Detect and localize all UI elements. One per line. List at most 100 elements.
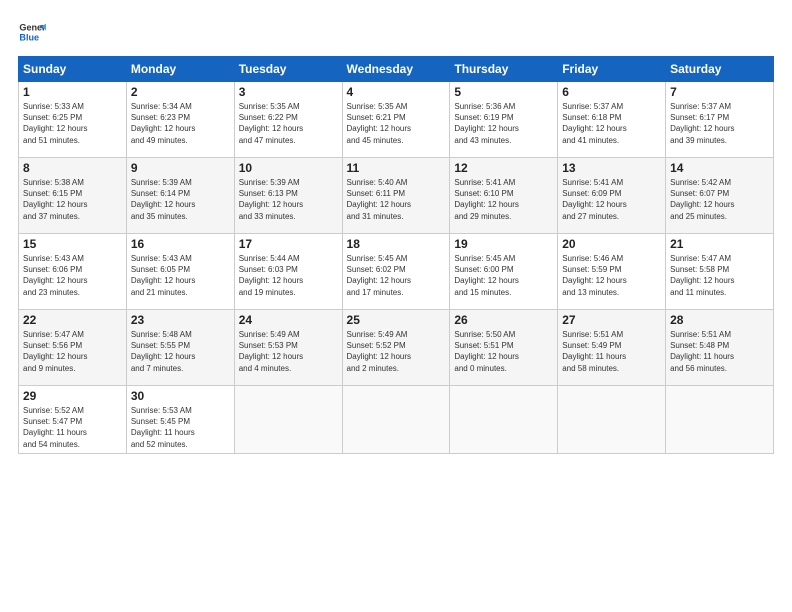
calendar-day-23: 23 Sunrise: 5:48 AMSunset: 5:55 PMDayligh…	[126, 310, 234, 386]
calendar-day-26: 26 Sunrise: 5:50 AMSunset: 5:51 PMDayligh…	[450, 310, 558, 386]
day-number: 28	[670, 313, 769, 327]
calendar-day-27: 27 Sunrise: 5:51 AMSunset: 5:49 PMDayligh…	[558, 310, 666, 386]
empty-day	[666, 386, 774, 454]
logo-icon: General Blue	[18, 18, 46, 46]
day-info: Sunrise: 5:40 AMSunset: 6:11 PMDaylight:…	[347, 177, 446, 222]
day-info: Sunrise: 5:53 AMSunset: 5:45 PMDaylight:…	[131, 405, 230, 450]
day-number: 27	[562, 313, 661, 327]
calendar-day-5: 5 Sunrise: 5:36 AMSunset: 6:19 PMDaylight…	[450, 82, 558, 158]
calendar-day-28: 28 Sunrise: 5:51 AMSunset: 5:48 PMDayligh…	[666, 310, 774, 386]
day-number: 2	[131, 85, 230, 99]
day-info: Sunrise: 5:46 AMSunset: 5:59 PMDaylight:…	[562, 253, 661, 298]
svg-text:Blue: Blue	[19, 32, 39, 42]
day-info: Sunrise: 5:34 AMSunset: 6:23 PMDaylight:…	[131, 101, 230, 146]
day-info: Sunrise: 5:39 AMSunset: 6:14 PMDaylight:…	[131, 177, 230, 222]
day-number: 9	[131, 161, 230, 175]
day-number: 11	[347, 161, 446, 175]
calendar-day-25: 25 Sunrise: 5:49 AMSunset: 5:52 PMDayligh…	[342, 310, 450, 386]
day-number: 25	[347, 313, 446, 327]
day-number: 1	[23, 85, 122, 99]
day-number: 10	[239, 161, 338, 175]
day-number: 21	[670, 237, 769, 251]
day-info: Sunrise: 5:41 AMSunset: 6:10 PMDaylight:…	[454, 177, 553, 222]
calendar-day-16: 16 Sunrise: 5:43 AMSunset: 6:05 PMDayligh…	[126, 234, 234, 310]
calendar-day-22: 22Sunrise: 5:47 AMSunset: 5:56 PMDayligh…	[19, 310, 127, 386]
day-info: Sunrise: 5:36 AMSunset: 6:19 PMDaylight:…	[454, 101, 553, 146]
day-number: 17	[239, 237, 338, 251]
day-info: Sunrise: 5:37 AMSunset: 6:17 PMDaylight:…	[670, 101, 769, 146]
day-info: Sunrise: 5:50 AMSunset: 5:51 PMDaylight:…	[454, 329, 553, 374]
day-info: Sunrise: 5:43 AMSunset: 6:05 PMDaylight:…	[131, 253, 230, 298]
calendar-day-21: 21 Sunrise: 5:47 AMSunset: 5:58 PMDayligh…	[666, 234, 774, 310]
day-info: Sunrise: 5:51 AMSunset: 5:48 PMDaylight:…	[670, 329, 769, 374]
empty-day	[450, 386, 558, 454]
day-number: 19	[454, 237, 553, 251]
day-info: Sunrise: 5:39 AMSunset: 6:13 PMDaylight:…	[239, 177, 338, 222]
day-info: Sunrise: 5:42 AMSunset: 6:07 PMDaylight:…	[670, 177, 769, 222]
day-info: Sunrise: 5:48 AMSunset: 5:55 PMDaylight:…	[131, 329, 230, 374]
day-number: 5	[454, 85, 553, 99]
calendar-day-6: 6 Sunrise: 5:37 AMSunset: 6:18 PMDaylight…	[558, 82, 666, 158]
day-number: 23	[131, 313, 230, 327]
day-info: Sunrise: 5:33 AMSunset: 6:25 PMDaylight:…	[23, 101, 122, 146]
day-number: 18	[347, 237, 446, 251]
col-header-friday: Friday	[558, 57, 666, 82]
day-number: 26	[454, 313, 553, 327]
col-header-monday: Monday	[126, 57, 234, 82]
col-header-thursday: Thursday	[450, 57, 558, 82]
day-number: 6	[562, 85, 661, 99]
calendar-day-11: 11 Sunrise: 5:40 AMSunset: 6:11 PMDayligh…	[342, 158, 450, 234]
day-number: 16	[131, 237, 230, 251]
day-number: 29	[23, 389, 122, 403]
calendar-day-9: 9 Sunrise: 5:39 AMSunset: 6:14 PMDaylight…	[126, 158, 234, 234]
calendar-day-17: 17Sunrise: 5:44 AMSunset: 6:03 PMDayligh…	[234, 234, 342, 310]
day-info: Sunrise: 5:38 AMSunset: 6:15 PMDaylight:…	[23, 177, 122, 222]
col-header-sunday: Sunday	[19, 57, 127, 82]
day-info: Sunrise: 5:35 AMSunset: 6:22 PMDaylight:…	[239, 101, 338, 146]
calendar-day-29: 29Sunrise: 5:52 AMSunset: 5:47 PMDayligh…	[19, 386, 127, 454]
calendar-day-7: 7 Sunrise: 5:37 AMSunset: 6:17 PMDaylight…	[666, 82, 774, 158]
day-number: 14	[670, 161, 769, 175]
calendar-day-19: 19 Sunrise: 5:45 AMSunset: 6:00 PMDayligh…	[450, 234, 558, 310]
day-info: Sunrise: 5:41 AMSunset: 6:09 PMDaylight:…	[562, 177, 661, 222]
empty-day	[342, 386, 450, 454]
day-number: 22	[23, 313, 122, 327]
day-info: Sunrise: 5:47 AMSunset: 5:58 PMDaylight:…	[670, 253, 769, 298]
day-info: Sunrise: 5:35 AMSunset: 6:21 PMDaylight:…	[347, 101, 446, 146]
calendar-day-24: 24Sunrise: 5:49 AMSunset: 5:53 PMDayligh…	[234, 310, 342, 386]
empty-day	[558, 386, 666, 454]
day-number: 4	[347, 85, 446, 99]
calendar-week-1: 1 Sunrise: 5:33 AMSunset: 6:25 PMDaylight…	[19, 82, 774, 158]
calendar-day-2: 2 Sunrise: 5:34 AMSunset: 6:23 PMDaylight…	[126, 82, 234, 158]
day-info: Sunrise: 5:51 AMSunset: 5:49 PMDaylight:…	[562, 329, 661, 374]
calendar-day-14: 14 Sunrise: 5:42 AMSunset: 6:07 PMDayligh…	[666, 158, 774, 234]
calendar-day-18: 18 Sunrise: 5:45 AMSunset: 6:02 PMDayligh…	[342, 234, 450, 310]
col-header-tuesday: Tuesday	[234, 57, 342, 82]
day-info: Sunrise: 5:45 AMSunset: 6:02 PMDaylight:…	[347, 253, 446, 298]
calendar-day-10: 10 Sunrise: 5:39 AMSunset: 6:13 PMDayligh…	[234, 158, 342, 234]
day-number: 7	[670, 85, 769, 99]
calendar-day-12: 12 Sunrise: 5:41 AMSunset: 6:10 PMDayligh…	[450, 158, 558, 234]
calendar-day-3: 3 Sunrise: 5:35 AMSunset: 6:22 PMDaylight…	[234, 82, 342, 158]
calendar-day-30: 30Sunrise: 5:53 AMSunset: 5:45 PMDayligh…	[126, 386, 234, 454]
page: General Blue SundayMondayTuesdayWednesda…	[0, 0, 792, 612]
day-number: 3	[239, 85, 338, 99]
header-row: SundayMondayTuesdayWednesdayThursdayFrid…	[19, 57, 774, 82]
calendar-table: SundayMondayTuesdayWednesdayThursdayFrid…	[18, 56, 774, 454]
day-info: Sunrise: 5:49 AMSunset: 5:52 PMDaylight:…	[347, 329, 446, 374]
day-number: 15	[23, 237, 122, 251]
col-header-saturday: Saturday	[666, 57, 774, 82]
calendar-day-13: 13Sunrise: 5:41 AMSunset: 6:09 PMDayligh…	[558, 158, 666, 234]
day-info: Sunrise: 5:43 AMSunset: 6:06 PMDaylight:…	[23, 253, 122, 298]
day-info: Sunrise: 5:45 AMSunset: 6:00 PMDaylight:…	[454, 253, 553, 298]
header: General Blue	[18, 18, 774, 46]
logo: General Blue	[18, 18, 46, 46]
calendar-day-4: 4 Sunrise: 5:35 AMSunset: 6:21 PMDaylight…	[342, 82, 450, 158]
calendar-day-15: 15 Sunrise: 5:43 AMSunset: 6:06 PMDayligh…	[19, 234, 127, 310]
day-info: Sunrise: 5:37 AMSunset: 6:18 PMDaylight:…	[562, 101, 661, 146]
calendar-day-8: 8Sunrise: 5:38 AMSunset: 6:15 PMDaylight…	[19, 158, 127, 234]
day-number: 24	[239, 313, 338, 327]
day-number: 12	[454, 161, 553, 175]
calendar-week-2: 8Sunrise: 5:38 AMSunset: 6:15 PMDaylight…	[19, 158, 774, 234]
calendar-day-20: 20Sunrise: 5:46 AMSunset: 5:59 PMDayligh…	[558, 234, 666, 310]
